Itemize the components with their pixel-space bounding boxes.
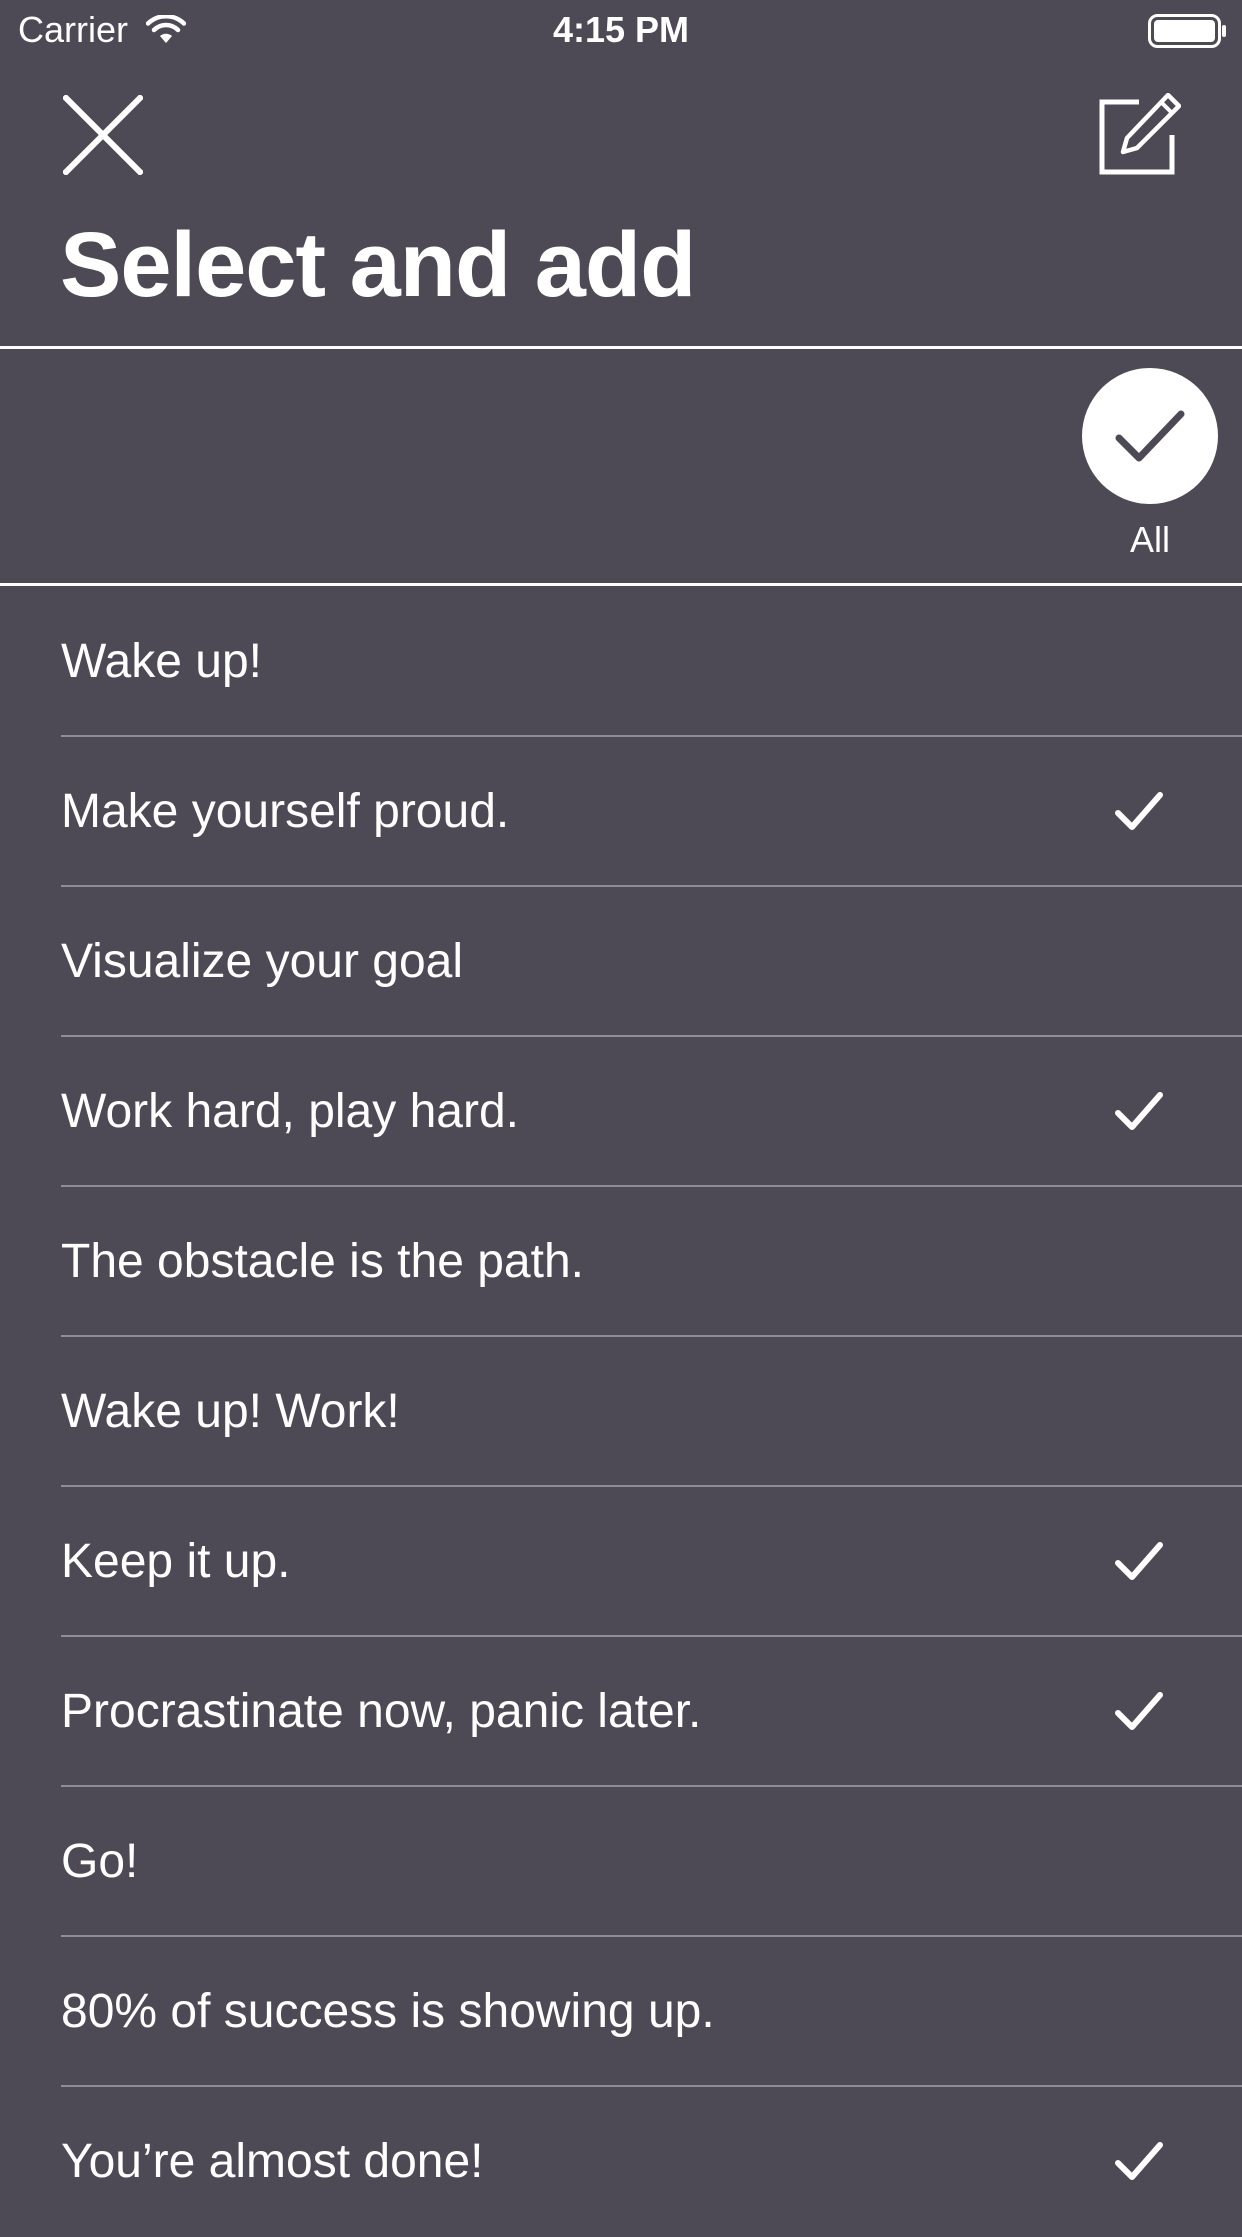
compose-button[interactable] [1086, 82, 1192, 188]
checkmark-icon [1115, 2142, 1163, 2180]
list-item-label: Work hard, play hard. [61, 1085, 519, 1138]
select-all-button[interactable] [1082, 368, 1218, 504]
list-item-label: Keep it up. [61, 1535, 291, 1588]
header-divider [0, 346, 1242, 349]
list-item[interactable]: Work hard, play hard. [0, 1037, 1242, 1187]
list-item-label: Procrastinate now, panic later. [61, 1685, 702, 1738]
status-time: 4:15 PM [552, 9, 690, 50]
page-title: Select and add [60, 214, 696, 316]
compose-icon [1099, 93, 1181, 175]
status-bar: Carrier 4:15 PM [0, 0, 1242, 60]
checkmark-icon [1115, 410, 1185, 462]
list-item-label: Visualize your goal [61, 935, 464, 988]
checkmark-icon [1115, 792, 1163, 830]
list-item[interactable]: Keep it up. [0, 1487, 1242, 1637]
list-item[interactable]: Visualize your goal [0, 887, 1242, 1037]
list-item[interactable]: You’re almost done! [0, 2087, 1242, 2237]
list-item-label: Make yourself proud. [61, 785, 510, 838]
list-item[interactable]: The obstacle is the path. [0, 1187, 1242, 1337]
list-item[interactable]: Wake up! [0, 587, 1242, 737]
list-item-label: Go! [61, 1835, 139, 1888]
list-item-label: Wake up! [61, 635, 262, 688]
list-item[interactable]: 80% of success is showing up. [0, 1937, 1242, 2087]
list-item[interactable]: Make yourself proud. [0, 737, 1242, 887]
select-all-label: All [1129, 519, 1170, 560]
battery-icon [1148, 14, 1228, 53]
close-icon [63, 95, 143, 175]
checkmark-icon [1115, 1092, 1163, 1130]
navigation-bar: Select and add [0, 60, 1242, 346]
close-button[interactable] [50, 82, 156, 188]
select-all-section: All [0, 350, 1242, 583]
checkmark-icon [1115, 1542, 1163, 1580]
list-item-label: 80% of success is showing up. [61, 1985, 715, 2038]
list-item[interactable]: Go! [0, 1787, 1242, 1937]
list-item-label: You’re almost done! [61, 2135, 484, 2188]
checkmark-icon [1115, 1692, 1163, 1730]
list-item-label: The obstacle is the path. [61, 1235, 584, 1288]
phrase-list: Wake up! Make yourself proud. Visualize … [0, 587, 1242, 2237]
list-item[interactable]: Wake up! Work! [0, 1337, 1242, 1487]
list-top-divider [0, 583, 1242, 586]
list-item[interactable]: Procrastinate now, panic later. [0, 1637, 1242, 1787]
list-item-label: Wake up! Work! [61, 1385, 400, 1438]
